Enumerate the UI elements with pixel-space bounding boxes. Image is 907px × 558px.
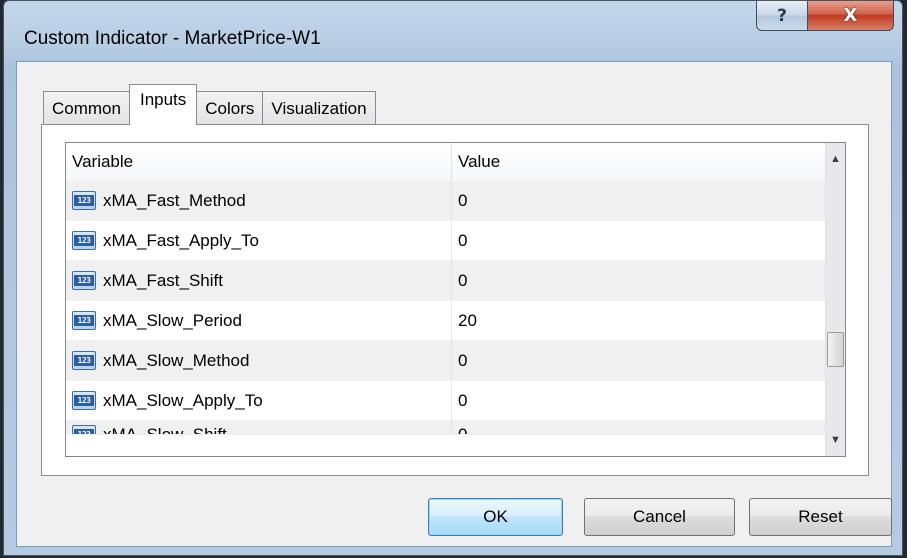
variable-name: xMA_Slow_Shift	[103, 425, 227, 435]
table-row[interactable]: 123 xMA_Fast_Apply_To 0	[66, 221, 836, 261]
variable-cell: 123 xMA_Slow_Shift	[66, 421, 452, 434]
grid-rows: 123 xMA_Fast_Method 0 123 xMA_Fast_Apply…	[66, 181, 836, 435]
table-row[interactable]: 123 xMA_Slow_Shift 0	[66, 421, 836, 435]
variable-name: xMA_Slow_Apply_To	[103, 390, 263, 410]
reset-button[interactable]: Reset	[749, 498, 892, 536]
help-icon: ?	[777, 5, 787, 26]
integer-type-icon: 123	[72, 230, 98, 251]
integer-type-icon: 123	[72, 350, 98, 371]
scroll-down-icon[interactable]: ▼	[826, 424, 845, 456]
table-row[interactable]: 123 xMA_Slow_Apply_To 0	[66, 381, 836, 421]
variable-name: xMA_Slow_Period	[103, 310, 242, 330]
grid-header: Variable Value	[66, 143, 836, 182]
scroll-up-icon[interactable]: ▲	[826, 143, 845, 175]
variable-cell: 123 xMA_Slow_Apply_To	[66, 381, 452, 420]
tab-inputs[interactable]: Inputs	[128, 84, 198, 125]
tab-colors[interactable]: Colors	[196, 91, 264, 125]
variable-cell: 123 xMA_Fast_Shift	[66, 261, 452, 300]
integer-type-icon: 123	[72, 270, 98, 291]
value-cell[interactable]: 0	[452, 221, 836, 260]
table-row[interactable]: 123 xMA_Slow_Method 0	[66, 341, 836, 381]
inputs-grid: Variable Value 123 xMA_Fast_Method 0 123	[65, 142, 846, 457]
close-button[interactable]: X	[808, 1, 894, 31]
scrollbar-thumb[interactable]	[827, 332, 844, 367]
variable-name: xMA_Fast_Method	[103, 190, 246, 210]
integer-type-icon: 123	[72, 310, 98, 331]
variable-name: xMA_Fast_Shift	[103, 270, 223, 290]
variable-name: xMA_Slow_Method	[103, 350, 250, 370]
variable-cell: 123 xMA_Fast_Method	[66, 181, 452, 220]
dialog-client-area: Common Inputs Colors Visualization Varia…	[16, 61, 892, 547]
dialog-window: Custom Indicator - MarketPrice-W1 ? X Co…	[3, 0, 903, 556]
ok-button[interactable]: OK	[428, 498, 563, 536]
caption-buttons: ? X	[756, 1, 894, 31]
table-row[interactable]: 123 xMA_Slow_Period 20	[66, 301, 836, 341]
vertical-scrollbar[interactable]: ▲ ▼	[825, 143, 845, 456]
value-cell[interactable]: 0	[452, 261, 836, 300]
variable-cell: 123 xMA_Slow_Period	[66, 301, 452, 340]
table-row[interactable]: 123 xMA_Fast_Method 0	[66, 181, 836, 221]
value-cell[interactable]: 0	[452, 421, 836, 434]
tab-common[interactable]: Common	[43, 91, 130, 125]
table-row[interactable]: 123 xMA_Fast_Shift 0	[66, 261, 836, 301]
variable-cell: 123 xMA_Fast_Apply_To	[66, 221, 452, 260]
tab-visualization[interactable]: Visualization	[262, 91, 376, 125]
variable-cell: 123 xMA_Slow_Method	[66, 341, 452, 380]
value-cell[interactable]: 20	[452, 301, 836, 340]
tab-strip: Common Inputs Colors Visualization	[43, 84, 376, 125]
integer-type-icon: 123	[72, 190, 98, 211]
value-cell[interactable]: 0	[452, 341, 836, 380]
close-icon: X	[843, 5, 858, 26]
inputs-tab-panel: Variable Value 123 xMA_Fast_Method 0 123	[41, 124, 869, 476]
window-title: Custom Indicator - MarketPrice-W1	[24, 28, 321, 49]
value-cell[interactable]: 0	[452, 181, 836, 220]
column-header-value[interactable]: Value	[452, 143, 836, 181]
integer-type-icon: 123	[72, 425, 98, 434]
variable-name: xMA_Fast_Apply_To	[103, 230, 259, 250]
cancel-button[interactable]: Cancel	[584, 498, 735, 536]
help-button[interactable]: ?	[756, 1, 808, 31]
integer-type-icon: 123	[72, 390, 98, 411]
column-header-variable[interactable]: Variable	[66, 143, 452, 181]
value-cell[interactable]: 0	[452, 381, 836, 420]
